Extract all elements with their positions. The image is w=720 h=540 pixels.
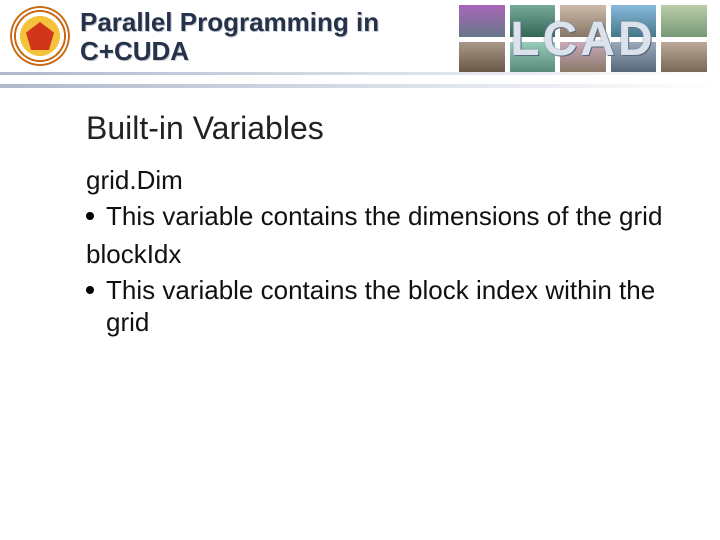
course-title-line-2: C+CUDA	[80, 37, 379, 66]
variable-name: grid.Dim	[86, 165, 680, 196]
bullet-icon	[86, 286, 94, 294]
variable-description: This variable contains the block index w…	[106, 274, 680, 339]
header-rule	[0, 72, 720, 75]
collage-thumb	[660, 4, 708, 38]
bullet-item: This variable contains the dimensions of…	[86, 200, 680, 233]
collage-thumb	[610, 41, 658, 75]
collage-thumb	[509, 4, 557, 38]
bullet-item: This variable contains the block index w…	[86, 274, 680, 339]
variable-block: blockIdx This variable contains the bloc…	[86, 239, 680, 339]
slide-header: Parallel Programming in C+CUDA LCAD	[0, 0, 720, 88]
collage-thumb	[559, 41, 607, 75]
variable-description: This variable contains the dimensions of…	[106, 200, 662, 233]
lab-logo: LCAD	[458, 4, 708, 74]
lab-logo-collage	[458, 4, 708, 74]
collage-thumb	[509, 41, 557, 75]
course-title: Parallel Programming in C+CUDA	[80, 8, 379, 65]
collage-thumb	[458, 4, 506, 38]
bullet-icon	[86, 212, 94, 220]
section-title: Built-in Variables	[86, 110, 680, 147]
collage-thumb	[610, 4, 658, 38]
university-seal-icon	[10, 6, 70, 66]
variable-name: blockIdx	[86, 239, 680, 270]
variable-block: grid.Dim This variable contains the dime…	[86, 165, 680, 233]
header-rule	[0, 84, 720, 88]
collage-thumb	[458, 41, 506, 75]
slide: Parallel Programming in C+CUDA LCAD Buil…	[0, 0, 720, 540]
course-title-line-1: Parallel Programming in	[80, 8, 379, 37]
collage-thumb	[660, 41, 708, 75]
slide-body: Built-in Variables grid.Dim This variabl…	[86, 110, 680, 339]
collage-thumb	[559, 4, 607, 38]
